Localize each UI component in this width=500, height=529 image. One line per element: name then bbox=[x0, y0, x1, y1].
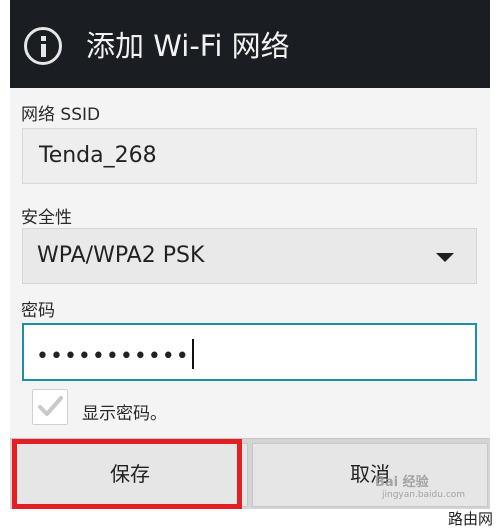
ssid-label: 网络 SSID bbox=[21, 105, 101, 125]
site-watermark: 路由网 bbox=[448, 510, 494, 528]
password-input[interactable]: ••••••••••• bbox=[22, 323, 477, 381]
show-password-checkbox[interactable] bbox=[32, 389, 68, 425]
password-value: ••••••••••• bbox=[36, 344, 190, 369]
dialog-title: 添加 Wi-Fi 网络 bbox=[86, 29, 290, 63]
text-cursor bbox=[191, 339, 194, 369]
show-password-label: 显示密码。 bbox=[82, 404, 167, 424]
ssid-value: Tenda_268 bbox=[39, 143, 157, 168]
screen: 添加 Wi-Fi 网络 网络 SSID Tenda_268 安全性 WPA/WP… bbox=[0, 0, 500, 529]
save-button-highlight bbox=[12, 439, 242, 509]
baidu-watermark-url: jingyan.baidu.com bbox=[382, 490, 466, 500]
triangle-down-icon bbox=[436, 253, 454, 262]
baidu-watermark: Bai 经验 bbox=[375, 475, 429, 490]
checkmark-icon bbox=[38, 396, 63, 416]
security-select[interactable]: WPA/WPA2 PSK bbox=[22, 228, 477, 284]
password-label: 密码 bbox=[21, 301, 55, 321]
ssid-input[interactable]: Tenda_268 bbox=[22, 128, 477, 184]
dialog-title-bar: 添加 Wi-Fi 网络 bbox=[10, 0, 490, 88]
info-icon bbox=[24, 27, 62, 65]
security-label: 安全性 bbox=[21, 208, 72, 228]
add-wifi-dialog: 添加 Wi-Fi 网络 网络 SSID Tenda_268 安全性 WPA/WP… bbox=[10, 0, 490, 509]
security-selected-value: WPA/WPA2 PSK bbox=[37, 243, 205, 268]
